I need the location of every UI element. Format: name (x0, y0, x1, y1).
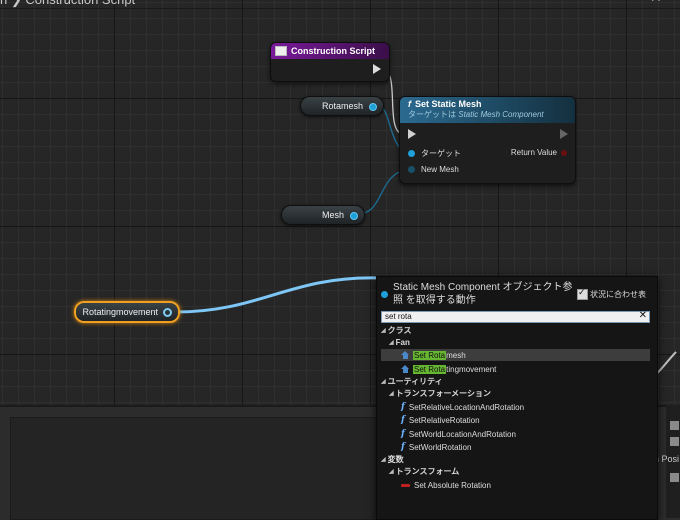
variable-set-icon (401, 365, 410, 373)
menu-item-set-relative-rotation[interactable]: f SetRelativeRotation (401, 414, 480, 426)
mesh-label: Mesh (321, 210, 344, 220)
category-label: クラス (387, 325, 412, 335)
clear-search-icon[interactable]: ✕ (639, 311, 647, 321)
target-pin-label: ターゲット (421, 149, 461, 158)
return-value-pin[interactable]: Return Value (511, 148, 567, 157)
panel-square-icon[interactable] (670, 437, 679, 446)
function-icon: f (401, 442, 405, 452)
return-value-pin-icon (561, 149, 567, 156)
expand-triangle-icon: ◢ (381, 378, 386, 385)
menu-title: Static Mesh Component オブジェクト参照 を取得する動作 (393, 282, 573, 306)
rotamesh-label: Rotamesh (321, 101, 363, 111)
match-highlight: Set Rota (413, 364, 447, 374)
exec-in-pin[interactable] (408, 129, 416, 139)
menu-item-set-relative-location-and-rotation[interactable]: f SetRelativeLocationAndRotation (401, 401, 524, 413)
context-sensitive-toggle[interactable]: 状況に合わせ表 (577, 287, 646, 300)
set-static-mesh-header: f Set Static Mesh ターゲットは Static Mesh Comp… (400, 97, 575, 123)
close-icon[interactable]: ✕ (650, 0, 662, 6)
new-mesh-pin[interactable]: New Mesh (408, 165, 459, 174)
mesh-variable-node[interactable]: Mesh (281, 205, 365, 225)
menu-item-set-rotamesh[interactable]: Set Rota mesh (381, 349, 650, 361)
category-fan[interactable]: ◢ Fan (389, 336, 410, 348)
menu-item-set-world-location-and-rotation[interactable]: f SetWorldLocationAndRotation (401, 428, 516, 440)
event-icon (275, 46, 287, 56)
set-static-mesh-node[interactable]: f Set Static Mesh ターゲットは Static Mesh Comp… (399, 96, 576, 184)
set-static-mesh-subtitle: ターゲットは Static Mesh Component (408, 109, 575, 120)
menu-item-label: mesh (446, 350, 466, 360)
rotatingmovement-label: Rotatingmovement (82, 307, 158, 317)
context-sensitive-label: 状況に合わせ表 (590, 290, 646, 299)
category-class[interactable]: ◢ クラス (381, 324, 411, 336)
set-static-mesh-title: f Set Static Mesh (408, 97, 575, 109)
expand-triangle-icon: ◢ (381, 456, 386, 463)
mesh-output-pin[interactable] (350, 212, 358, 220)
variable-set-icon (401, 351, 410, 359)
menu-item-label: SetWorldRotation (408, 442, 472, 452)
category-label: トランスフォーム (395, 466, 460, 476)
rotator-icon (401, 483, 410, 487)
category-transformation[interactable]: ◢ トランスフォーメーション (389, 387, 491, 399)
category-label: 変数 (387, 454, 404, 464)
return-value-label: Return Value (510, 148, 557, 157)
new-mesh-pin-icon (408, 166, 415, 173)
exec-out-pin[interactable] (560, 129, 568, 139)
panel-square-icon[interactable] (670, 421, 679, 430)
category-transform[interactable]: ◢ トランスフォーム (389, 465, 459, 477)
menu-item-label: SetWorldLocationAndRotation (408, 429, 516, 439)
expand-triangle-icon: ◢ (389, 339, 394, 346)
match-highlight: Set Rota (413, 350, 447, 360)
rotatingmovement-output-pin[interactable] (163, 308, 172, 317)
subtitle-prefix: ターゲットは (408, 110, 456, 119)
function-icon: f (408, 99, 411, 109)
construction-script-node[interactable]: Construction Script (270, 42, 390, 82)
category-label: Fan (395, 337, 410, 347)
function-icon: f (401, 415, 405, 425)
graph-breadcrumb: n ❯ Construction Script (0, 0, 135, 8)
category-utility[interactable]: ◢ ユーティリティ (381, 375, 443, 387)
rotamesh-output-pin[interactable] (369, 103, 377, 111)
menu-item-label: SetRelativeRotation (408, 415, 480, 425)
subtitle-target: Static Mesh Component (458, 110, 544, 119)
search-input[interactable]: set rota ✕ (381, 311, 650, 323)
target-pin[interactable]: ターゲット (408, 148, 461, 159)
menu-item-set-absolute-rotation[interactable]: Set Absolute Rotation (401, 479, 491, 491)
construction-script-title: Construction Script (291, 46, 376, 56)
menu-item-set-world-rotation[interactable]: f SetWorldRotation (401, 441, 471, 453)
menu-item-label: tingmovement (446, 364, 497, 374)
expand-triangle-icon: ◢ (381, 327, 386, 334)
search-value: set rota (385, 312, 412, 321)
menu-item-set-rotatingmovement[interactable]: Set Rota tingmovement (401, 363, 496, 375)
new-mesh-pin-label: New Mesh (421, 165, 459, 174)
menu-item-label: SetRelativeLocationAndRotation (408, 402, 525, 412)
function-icon: f (401, 429, 405, 439)
action-context-menu[interactable]: Static Mesh Component オブジェクト参照 を取得する動作 状… (376, 276, 658, 520)
set-static-mesh-title-text: Set Static Mesh (415, 99, 482, 109)
construction-script-header: Construction Script (271, 43, 389, 59)
category-label: ユーティリティ (387, 376, 443, 386)
category-variables[interactable]: ◢ 変数 (381, 453, 404, 465)
rotamesh-variable-node[interactable]: Rotamesh (300, 96, 384, 116)
menu-item-label: Set Absolute Rotation (414, 480, 491, 490)
tab-divider (0, 8, 680, 9)
object-pin-icon (381, 291, 388, 298)
category-label: トランスフォーメーション (395, 388, 491, 398)
exec-out-pin[interactable] (373, 64, 381, 74)
function-icon: f (401, 402, 405, 412)
target-pin-icon (408, 150, 415, 157)
expand-triangle-icon: ◢ (389, 390, 394, 397)
checkbox-checked-icon[interactable] (577, 287, 588, 300)
expand-triangle-icon: ◢ (389, 468, 394, 475)
rotatingmovement-variable-node[interactable]: Rotatingmovement (74, 301, 180, 323)
panel-square-icon[interactable] (670, 473, 679, 482)
